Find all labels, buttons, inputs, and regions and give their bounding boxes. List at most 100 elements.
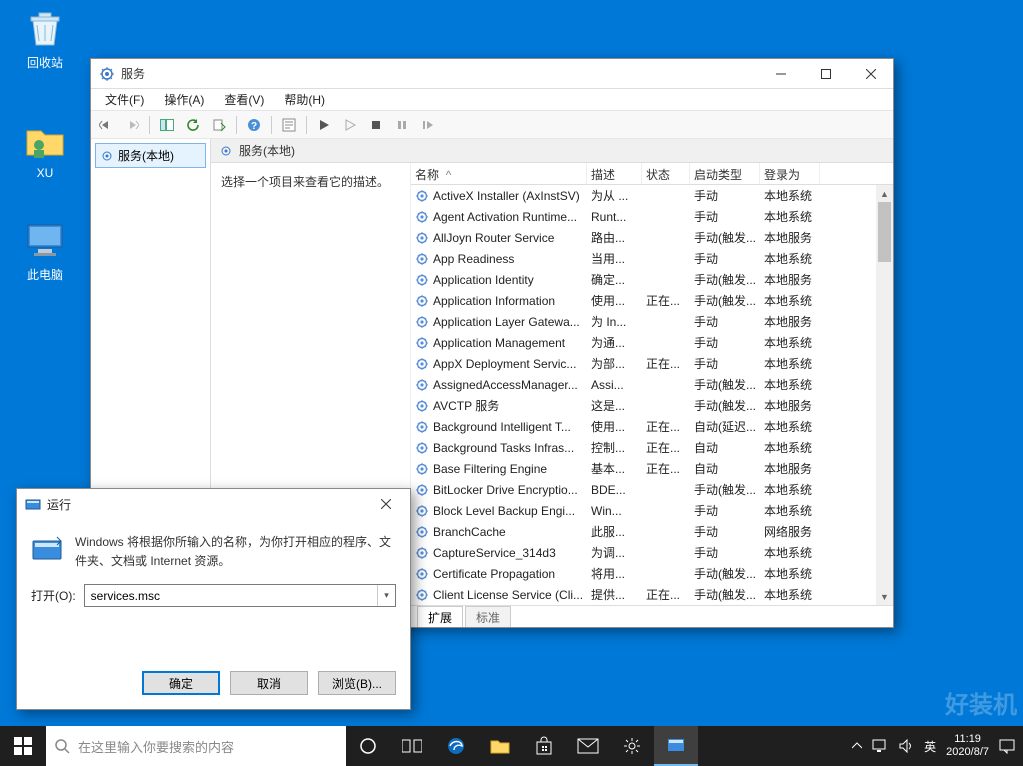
service-row[interactable]: Application Information使用...正在...手动(触发..… <box>411 290 893 311</box>
col-name[interactable]: 名称 ^ <box>411 163 587 184</box>
service-row[interactable]: Application Identity确定...手动(触发...本地服务 <box>411 269 893 290</box>
service-row[interactable]: Client License Service (Cli...提供...正在...… <box>411 584 893 605</box>
taskbar-search[interactable]: 在这里输入你要搜索的内容 <box>46 726 346 766</box>
col-start[interactable]: 启动类型 <box>690 163 760 184</box>
tray-network-icon[interactable] <box>872 739 888 753</box>
service-row[interactable]: CaptureService_314d3为调...手动本地系统 <box>411 542 893 563</box>
search-icon <box>54 738 70 754</box>
menu-action[interactable]: 操作(A) <box>154 89 214 110</box>
maximize-button[interactable] <box>803 59 848 89</box>
tab-extended[interactable]: 扩展 <box>417 606 463 627</box>
service-gear-icon <box>415 378 429 392</box>
col-state[interactable]: 状态 <box>642 163 690 184</box>
service-gear-icon <box>415 546 429 560</box>
service-gear-icon <box>415 315 429 329</box>
taskbar-services-icon[interactable] <box>654 726 698 766</box>
run-close-button[interactable] <box>370 490 402 518</box>
col-logon[interactable]: 登录为 <box>760 163 820 184</box>
refresh-button[interactable] <box>182 114 204 136</box>
tray-ime[interactable]: 英 <box>924 738 936 755</box>
service-gear-icon <box>415 525 429 539</box>
desktop-icon-label: 此电脑 <box>27 268 63 282</box>
tab-standard[interactable]: 标准 <box>465 606 511 627</box>
close-button[interactable] <box>848 59 893 89</box>
services-content-header: 服务(本地) <box>211 139 893 163</box>
run-open-label: 打开(O): <box>31 587 76 604</box>
service-row[interactable]: Block Level Backup Engi...Win...手动本地系统 <box>411 500 893 521</box>
service-row[interactable]: ActiveX Installer (AxInstSV)为从 ...手动本地系统 <box>411 185 893 206</box>
service-row[interactable]: Application Layer Gatewa...为 In...手动本地服务 <box>411 311 893 332</box>
service-row[interactable]: AVCTP 服务这是...手动(触发...本地服务 <box>411 395 893 416</box>
service-row[interactable]: AssignedAccessManager...Assi...手动(触发...本… <box>411 374 893 395</box>
restart-service-button[interactable] <box>417 114 439 136</box>
services-titlebar[interactable]: 服务 <box>91 59 893 89</box>
taskbar-edge-icon[interactable] <box>434 726 478 766</box>
stop-service-button[interactable] <box>365 114 387 136</box>
description-prompt: 选择一个项目来查看它的描述。 <box>221 175 389 189</box>
run-input[interactable] <box>85 585 377 606</box>
service-gear-icon <box>415 420 429 434</box>
taskbar-settings-icon[interactable] <box>610 726 654 766</box>
service-row[interactable]: Base Filtering Engine基本...正在...自动本地服务 <box>411 458 893 479</box>
menu-view[interactable]: 查看(V) <box>214 89 274 110</box>
run-combobox[interactable]: ▾ <box>84 584 396 607</box>
run-dropdown-button[interactable]: ▾ <box>377 585 395 606</box>
pause-service-button[interactable] <box>391 114 413 136</box>
desktop-icon-recycle-bin[interactable]: 回收站 <box>10 8 80 71</box>
scroll-up-button[interactable]: ▲ <box>876 185 893 202</box>
cortana-button[interactable] <box>346 726 390 766</box>
scrollbar-vertical[interactable]: ▲ ▼ <box>876 185 893 605</box>
tray-volume-icon[interactable] <box>898 739 914 753</box>
service-row[interactable]: BranchCache此服...手动网络服务 <box>411 521 893 542</box>
tree-item-local-services[interactable]: 服务(本地) <box>95 143 206 168</box>
scroll-down-button[interactable]: ▼ <box>876 588 893 605</box>
start-button[interactable] <box>0 726 46 766</box>
show-hide-tree-button[interactable] <box>156 114 178 136</box>
service-gear-icon <box>415 294 429 308</box>
service-row[interactable]: Application Management为通...手动本地系统 <box>411 332 893 353</box>
taskbar-clock[interactable]: 11:19 2020/8/7 <box>946 733 989 759</box>
run-titlebar[interactable]: 运行 <box>17 489 410 519</box>
service-row[interactable]: Background Intelligent T...使用...正在...自动(… <box>411 416 893 437</box>
service-row[interactable]: AppX Deployment Servic...为部...正在...手动本地系… <box>411 353 893 374</box>
tray-overflow-icon[interactable] <box>852 742 862 750</box>
desktop-icon-this-pc[interactable]: 此电脑 <box>10 220 80 283</box>
start-service-button[interactable] <box>313 114 335 136</box>
service-gear-icon <box>415 273 429 287</box>
taskbar-explorer-icon[interactable] <box>478 726 522 766</box>
minimize-button[interactable] <box>758 59 803 89</box>
help-button[interactable]: ? <box>243 114 265 136</box>
service-row[interactable]: App Readiness当用...手动本地系统 <box>411 248 893 269</box>
run-ok-button[interactable]: 确定 <box>142 671 220 695</box>
services-menubar: 文件(F) 操作(A) 查看(V) 帮助(H) <box>91 89 893 111</box>
col-desc[interactable]: 描述 <box>587 163 642 184</box>
task-view-button[interactable] <box>390 726 434 766</box>
recycle-bin-icon <box>24 8 66 50</box>
svg-text:?: ? <box>251 121 257 132</box>
taskbar-store-icon[interactable] <box>522 726 566 766</box>
back-button[interactable] <box>95 114 117 136</box>
service-gear-icon <box>415 336 429 350</box>
service-row[interactable]: AllJoyn Router Service路由...手动(触发...本地服务 <box>411 227 893 248</box>
tree-item-label: 服务(本地) <box>118 147 174 164</box>
service-gear-icon <box>415 189 429 203</box>
menu-help[interactable]: 帮助(H) <box>274 89 335 110</box>
export-button[interactable] <box>208 114 230 136</box>
service-row[interactable]: Certificate Propagation将用...手动(触发...本地系统 <box>411 563 893 584</box>
taskbar-mail-icon[interactable] <box>566 726 610 766</box>
service-gear-icon <box>415 252 429 266</box>
desktop-icon-user-folder[interactable]: XU <box>10 120 80 180</box>
start-service-alt-button[interactable] <box>339 114 361 136</box>
properties-button[interactable] <box>278 114 300 136</box>
forward-button[interactable] <box>121 114 143 136</box>
service-row[interactable]: BitLocker Drive Encryptio...BDE...手动(触发.… <box>411 479 893 500</box>
run-cancel-button[interactable]: 取消 <box>230 671 308 695</box>
service-gear-icon <box>415 399 429 413</box>
scroll-thumb[interactable] <box>878 202 891 262</box>
service-row[interactable]: Agent Activation Runtime...Runt...手动本地系统 <box>411 206 893 227</box>
service-gear-icon <box>415 588 429 602</box>
menu-file[interactable]: 文件(F) <box>95 89 154 110</box>
run-browse-button[interactable]: 浏览(B)... <box>318 671 396 695</box>
action-center-icon[interactable] <box>999 738 1015 754</box>
service-row[interactable]: Background Tasks Infras...控制...正在...自动本地… <box>411 437 893 458</box>
